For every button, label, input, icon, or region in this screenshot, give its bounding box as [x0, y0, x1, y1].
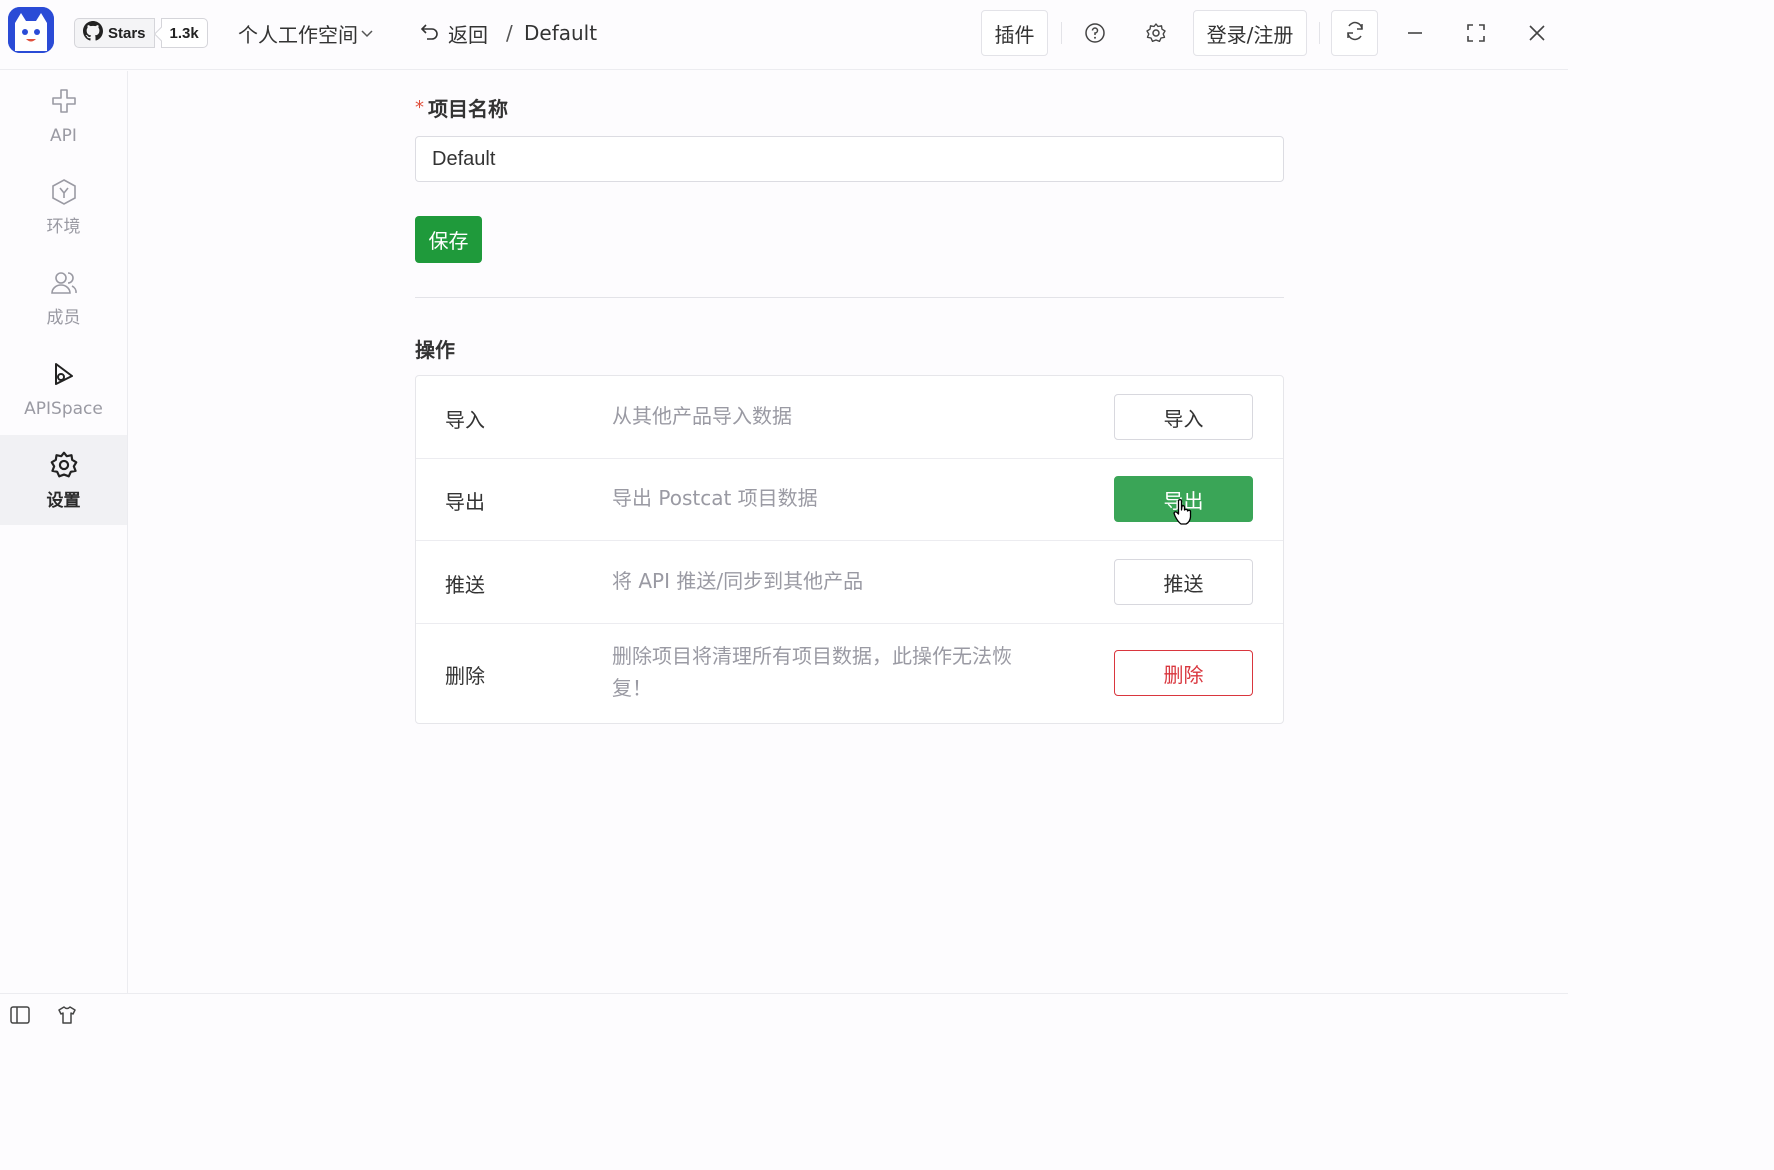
push-button[interactable]: 推送 — [1114, 559, 1253, 605]
operation-name: 删除 — [445, 664, 485, 688]
operation-description: 导出 Postcat 项目数据 — [612, 486, 818, 510]
section-divider — [415, 297, 1284, 298]
sidebar-item-label: 设置 — [46, 490, 81, 511]
operation-row-export: 导出 导出 Postcat 项目数据 导出 — [416, 459, 1283, 541]
project-name-label: * 项目名称 — [415, 94, 508, 121]
github-stars-label: Stars — [108, 24, 146, 42]
sidebar-item-label: 环境 — [46, 216, 81, 237]
breadcrumb-current: Default — [524, 21, 598, 45]
project-name-label-text: 项目名称 — [428, 96, 508, 121]
operations-panel: 导入 从其他产品导入数据 导入 导出 导出 Postcat 项目数据 导出 推送… — [415, 375, 1284, 724]
close-icon[interactable] — [1517, 13, 1557, 53]
sidebar-item-settings[interactable]: 设置 — [0, 435, 127, 525]
header-divider — [1319, 22, 1320, 44]
workspace-selector[interactable]: 个人工作空间 — [238, 18, 374, 48]
project-name-input[interactable] — [415, 136, 1284, 182]
operations-title: 操作 — [415, 338, 455, 362]
save-button[interactable]: 保存 — [415, 216, 482, 263]
refresh-icon — [1344, 20, 1366, 47]
operation-name: 导入 — [445, 408, 485, 432]
github-stars-widget[interactable]: Stars 1.3k — [74, 18, 208, 48]
operation-name: 导出 — [445, 490, 485, 514]
operation-description: 将 API 推送/同步到其他产品 — [612, 569, 864, 593]
gear-icon[interactable] — [1136, 13, 1176, 53]
help-icon[interactable] — [1075, 13, 1115, 53]
api-icon — [50, 87, 78, 120]
bottom-bar — [0, 993, 1568, 1034]
import-button[interactable]: 导入 — [1114, 394, 1253, 440]
gear-icon — [49, 450, 79, 485]
members-icon — [50, 269, 78, 302]
plugins-button[interactable]: 插件 — [981, 10, 1048, 56]
github-stars-button[interactable]: Stars — [74, 18, 155, 48]
back-label: 返回 — [448, 22, 488, 47]
header-divider — [1061, 22, 1062, 44]
toggle-sidebar-icon[interactable] — [10, 1006, 30, 1028]
shirt-icon[interactable] — [57, 1005, 77, 1029]
sidebar-item-label: 成员 — [46, 307, 81, 328]
delete-button[interactable]: 删除 — [1114, 650, 1253, 696]
operation-row-delete: 删除 删除项目将清理所有项目数据，此操作无法恢复！ 删除 — [416, 624, 1283, 723]
maximize-icon[interactable] — [1456, 13, 1496, 53]
app-header: Stars 1.3k 个人工作空间 返回 / Default 插件 登录/注册 — [0, 0, 1568, 70]
sidebar-item-label: API — [50, 125, 77, 146]
sidebar-item-environment[interactable]: 环境 — [0, 162, 127, 252]
workspace-label: 个人工作空间 — [238, 22, 358, 47]
hand-cursor-icon — [1172, 498, 1194, 530]
operation-description: 从其他产品导入数据 — [612, 404, 792, 428]
apispace-icon — [50, 360, 78, 393]
login-register-button[interactable]: 登录/注册 — [1193, 10, 1307, 56]
app-logo — [8, 7, 54, 53]
minimize-icon[interactable] — [1395, 13, 1435, 53]
required-mark: * — [415, 96, 424, 118]
sidebar-item-label: APISpace — [24, 398, 103, 419]
sidebar-item-api[interactable]: API — [0, 71, 127, 161]
sidebar-item-members[interactable]: 成员 — [0, 253, 127, 343]
chevron-down-icon — [360, 21, 374, 45]
operation-description: 删除项目将清理所有项目数据，此操作无法恢复！ — [612, 644, 1012, 700]
breadcrumb-separator: / — [506, 21, 513, 45]
undo-icon — [420, 21, 440, 46]
environment-icon — [50, 178, 78, 211]
sidebar-item-apispace[interactable]: APISpace — [0, 344, 127, 434]
operation-row-import: 导入 从其他产品导入数据 导入 — [416, 376, 1283, 459]
sidebar: API 环境 成员 APISpace 设置 — [0, 71, 128, 993]
operation-row-push: 推送 将 API 推送/同步到其他产品 推送 — [416, 541, 1283, 624]
operation-name: 推送 — [445, 573, 485, 597]
back-link[interactable]: 返回 — [420, 18, 488, 48]
refresh-button[interactable] — [1331, 10, 1378, 56]
github-icon — [83, 21, 103, 45]
github-stars-count[interactable]: 1.3k — [160, 18, 208, 48]
